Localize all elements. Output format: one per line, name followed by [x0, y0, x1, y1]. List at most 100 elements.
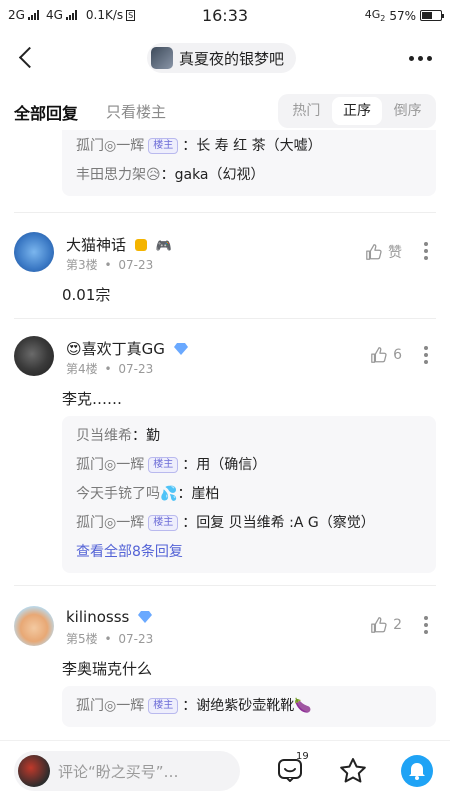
- subreply-colon: ：: [182, 515, 197, 531]
- post-text: 李克……: [62, 390, 123, 408]
- subreply-item[interactable]: 孤门◎一辉 楼主 ：回复 贝当维希 :A G（察觉）: [76, 509, 422, 538]
- subreply-box[interactable]: 孤门◎一辉 楼主 ：长 寿 红 茶（大嘘） 丰田思力架😥：gaka（幻视）: [62, 130, 436, 196]
- kebab-menu-icon[interactable]: [424, 346, 428, 364]
- subreply-colon: ：: [182, 457, 197, 473]
- floor-number: 第3楼: [66, 258, 98, 272]
- forum-avatar: [151, 47, 173, 69]
- subreply-colon: ：: [160, 167, 175, 183]
- thumb-up-icon: [371, 617, 387, 633]
- subreply-text: 谢绝紫砂壶靴靴🍆: [196, 698, 312, 714]
- subreply-item[interactable]: 贝当维希：勤: [76, 422, 422, 451]
- floor-number: 第5楼: [66, 632, 98, 646]
- tab-op-only[interactable]: 只看楼主: [106, 101, 166, 122]
- subreply-text: gaka（幻视）: [174, 167, 265, 183]
- subreply-text: 用（确信）: [196, 457, 267, 473]
- subreply-box[interactable]: 贝当维希：勤 孤门◎一辉 楼主 ：用（确信） 今天手铳了吗💦：崖柏 孤门◎一辉 楼主：…: [62, 416, 436, 573]
- sort-option-asc[interactable]: 正序: [331, 97, 383, 125]
- forum-name: 真夏夜的银梦吧: [179, 49, 285, 68]
- username-text: 😍喜欢丁真GG: [66, 340, 165, 358]
- bottom-bar: 评论“盼之买号”… 19: [0, 740, 450, 800]
- bell-glyph-icon: [409, 763, 425, 780]
- network-3-sub: 2: [380, 14, 386, 24]
- status-right: 4G2 57%: [365, 8, 444, 23]
- post-username[interactable]: kilinosss: [66, 608, 153, 626]
- like-count: 2: [393, 617, 402, 633]
- view-all-replies-link[interactable]: 查看全部8条回复: [76, 538, 422, 567]
- network-4g2-label: 4G2: [365, 8, 386, 23]
- subreply-colon: ：: [177, 486, 192, 502]
- subreply-user[interactable]: 今天手铳了吗💦: [76, 486, 177, 502]
- subreply-colon: ：: [182, 138, 197, 154]
- subreply-colon: ：: [132, 428, 146, 444]
- reply-list: 孤门◎一辉 楼主 ：长 寿 红 茶（大嘘） 丰田思力架😥：gaka（幻视） 大猫神话…: [0, 130, 450, 740]
- app-header: 真夏夜的银梦吧: [0, 30, 450, 86]
- thumb-up-icon: [366, 244, 382, 260]
- subreply-text: 长 寿 红 茶（大嘘）: [196, 138, 322, 154]
- like-button[interactable]: 6: [370, 346, 402, 364]
- username-text: 大猫神话: [66, 236, 127, 254]
- post-meta: 第4楼 • 07-23: [66, 360, 153, 377]
- like-label: 赞: [388, 245, 402, 261]
- subreply-item[interactable]: 丰田思力架😥：gaka（幻视）: [76, 161, 422, 190]
- meta-dot: •: [104, 362, 112, 376]
- subreply-item[interactable]: 孤门◎一辉 楼主 ：长 寿 红 茶（大嘘）: [76, 132, 422, 161]
- divider: [14, 318, 436, 319]
- like-button[interactable]: 2: [370, 616, 402, 634]
- subreply-user[interactable]: 丰田思力架😥: [76, 167, 161, 183]
- post-username[interactable]: 大猫神话 🎮: [66, 234, 172, 255]
- subreply-colon: ：: [182, 698, 197, 714]
- subreply-item[interactable]: 今天手铳了吗💦：崖柏: [76, 480, 422, 509]
- avatar[interactable]: [14, 232, 54, 272]
- more-options-icon[interactable]: [409, 56, 432, 61]
- subreply-user[interactable]: 孤门◎一辉: [76, 698, 144, 714]
- back-icon[interactable]: [14, 44, 40, 72]
- my-avatar: [18, 755, 50, 787]
- post-meta: 第3楼 • 07-23: [66, 256, 153, 273]
- star-icon[interactable]: [339, 757, 367, 785]
- username-text: kilinosss: [66, 608, 130, 626]
- battery-percent: 57%: [389, 8, 416, 23]
- subreply-item[interactable]: 孤门◎一辉 楼主 ：谢绝紫砂壶靴靴🍆: [76, 692, 422, 721]
- comment-placeholder: 评论“盼之买号”…: [58, 762, 179, 781]
- subreply-text: 崖柏: [191, 486, 220, 502]
- battery-fill: [422, 12, 433, 20]
- post-text: 李奥瑞克什么: [62, 660, 153, 678]
- status-bar: 2G 4G 0.1K/s S 16:33 4G2 57%: [0, 0, 450, 30]
- meta-dot: •: [104, 632, 112, 646]
- diamond-badge-icon: [173, 343, 188, 355]
- tab-all-replies[interactable]: 全部回复: [14, 100, 78, 124]
- post-text: 0.01宗: [62, 286, 111, 304]
- share-icon[interactable]: [401, 755, 433, 787]
- diamond-badge-icon: [138, 611, 153, 623]
- post-username[interactable]: 😍喜欢丁真GG: [66, 338, 188, 359]
- subreply-text: 勤: [146, 428, 160, 444]
- subreply-user[interactable]: 孤门◎一辉: [76, 515, 144, 531]
- kebab-menu-icon[interactable]: [424, 242, 428, 260]
- subreply-user[interactable]: 贝当维希: [76, 428, 132, 444]
- op-badge: 楼主: [148, 138, 179, 154]
- sort-option-desc[interactable]: 倒序: [382, 97, 433, 125]
- op-badge: 楼主: [148, 515, 179, 531]
- op-badge: 楼主: [148, 698, 179, 714]
- subreply-user[interactable]: 孤门◎一辉: [76, 457, 144, 473]
- subreply-user[interactable]: 孤门◎一辉: [76, 138, 144, 154]
- battery-icon: [420, 10, 444, 22]
- avatar[interactable]: [14, 606, 54, 646]
- meta-dot: •: [104, 258, 112, 272]
- network-3-text: 4G: [364, 8, 381, 21]
- subreply-text: 回复 贝当维希 :A G（察觉）: [196, 515, 375, 531]
- op-badge: 楼主: [148, 457, 179, 473]
- subreply-box[interactable]: 孤门◎一辉 楼主 ：谢绝紫砂壶靴靴🍆: [62, 686, 436, 727]
- comment-input[interactable]: 评论“盼之买号”…: [14, 751, 240, 791]
- post-date: 07-23: [118, 258, 154, 272]
- subreply-item[interactable]: 孤门◎一辉 楼主 ：用（确信）: [76, 451, 422, 480]
- like-count: 6: [393, 347, 402, 363]
- post-date: 07-23: [118, 632, 154, 646]
- sort-option-hot[interactable]: 热门: [281, 97, 332, 125]
- floor-number: 第4楼: [66, 362, 98, 376]
- kebab-menu-icon[interactable]: [424, 616, 428, 634]
- sort-toggle: 热门 正序 倒序: [278, 94, 436, 128]
- avatar[interactable]: [14, 336, 54, 376]
- like-button[interactable]: 赞: [365, 242, 402, 262]
- forum-pill[interactable]: 真夏夜的银梦吧: [147, 43, 297, 73]
